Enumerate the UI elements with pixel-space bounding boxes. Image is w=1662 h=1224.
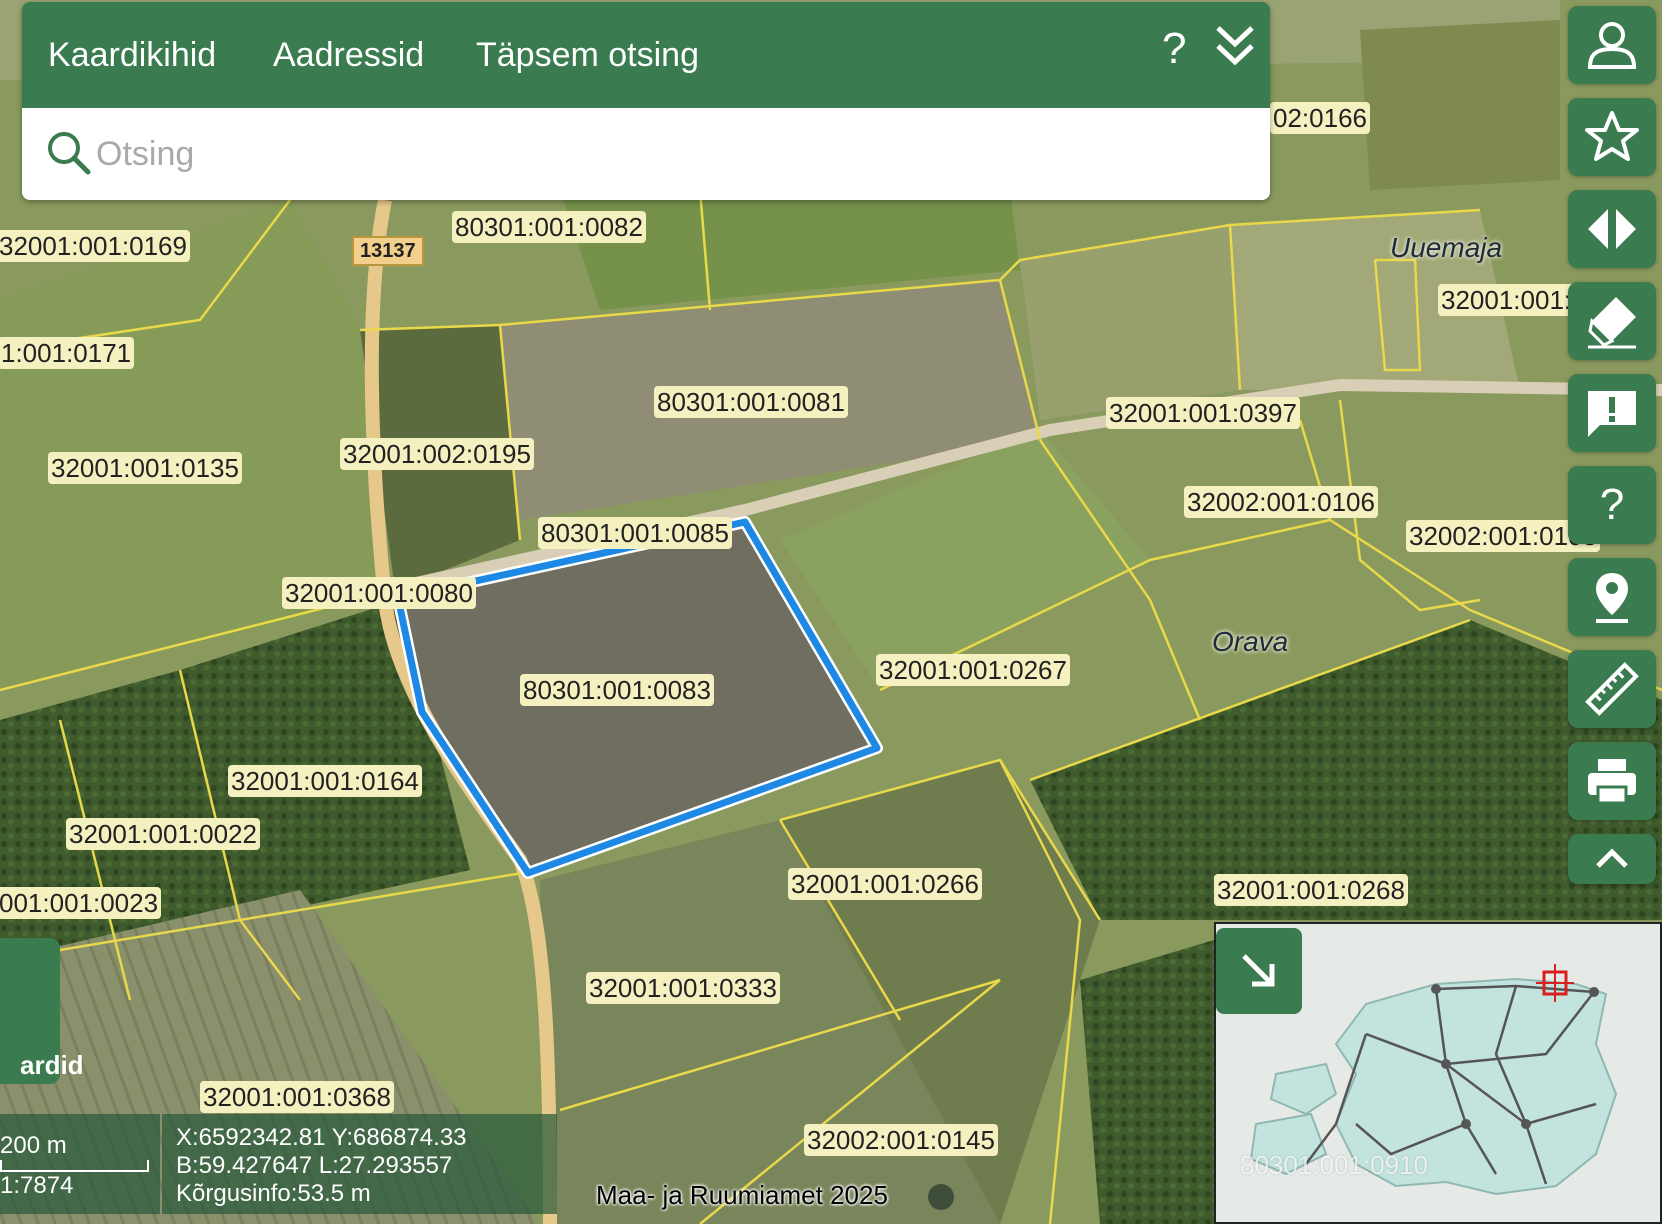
map-attribution: Maa- ja Ruumiamet 2025 (596, 1180, 888, 1210)
parcel-label[interactable]: 32001:002:0195 (340, 438, 534, 470)
height-info: Kõrgusinfo:53.5 m (176, 1180, 371, 1207)
parcel-label[interactable]: 32001:001:0268 (1214, 874, 1408, 906)
scale-distance: 200 m (0, 1132, 67, 1159)
tab-aadressid[interactable]: Aadressid (273, 36, 424, 75)
double-chevron-down-icon[interactable] (1214, 22, 1256, 75)
parcel-label[interactable]: 32001:001:0333 (586, 972, 780, 1004)
search-icon[interactable] (46, 130, 92, 181)
feedback-button[interactable] (1568, 374, 1656, 452)
tab-kaardikihid[interactable]: Kaardikihid (48, 36, 216, 75)
parcel-label[interactable]: 32002:001:0145 (804, 1124, 998, 1156)
map-pin-icon (1596, 573, 1628, 623)
parcel-label[interactable]: 80301:001:0082 (452, 211, 646, 243)
search-panel: Kaardikihid Aadressid Täpsem otsing ? (22, 2, 1270, 200)
collapse-toolbar-button[interactable] (1568, 834, 1656, 884)
parcel-label[interactable]: 02:0166 (1270, 102, 1370, 134)
parcel-label[interactable]: 32001:001:0080 (282, 577, 476, 609)
place-label-orava: Orava (1212, 626, 1289, 657)
eraser-button[interactable] (1568, 282, 1656, 360)
scale-bar (0, 1160, 149, 1172)
parcel-label[interactable]: 32001:001:0022 (66, 818, 260, 850)
overview-toggle-button[interactable] (1216, 928, 1302, 1014)
search-input[interactable] (94, 122, 1238, 186)
compare-button[interactable] (1568, 190, 1656, 268)
user-icon (1587, 22, 1637, 69)
help-button[interactable]: ? (1568, 466, 1656, 544)
parcel-label[interactable]: 80301:001:0085 (538, 517, 732, 549)
parcel-label[interactable]: 32001:001:0397 (1106, 397, 1300, 429)
parcel-label[interactable]: 32001:001:0368 (200, 1081, 394, 1113)
road-number-label: 13137 (352, 236, 424, 266)
parcel-label[interactable]: 32001:001:0266 (788, 868, 982, 900)
comment-alert-icon (1588, 391, 1636, 437)
coordinates-bl: B:59.427647 L:27.293557 (176, 1152, 453, 1179)
parcel-label[interactable]: 32001:001:0164 (228, 765, 422, 797)
parcel-label[interactable]: 80301:001:0081 (654, 386, 848, 418)
parcel-label[interactable]: 32001:001:0267 (876, 654, 1070, 686)
parcel-label[interactable]: 32001:001:0169 (0, 230, 190, 262)
favorites-button[interactable] (1568, 98, 1656, 176)
arrow-down-right-icon (1242, 954, 1275, 987)
scale-ratio: 1:7874 (0, 1172, 74, 1199)
chevron-up-icon (1596, 848, 1628, 868)
eraser-icon (1588, 297, 1636, 349)
printer-icon (1588, 759, 1636, 805)
coordinates-xy: X:6592342.81 Y:686874.33 (176, 1124, 467, 1151)
ruler-icon (1585, 662, 1639, 716)
print-button[interactable] (1568, 742, 1656, 820)
overview-faded-label: 80301:001:0910 (1240, 1150, 1428, 1180)
parcel-label[interactable]: 80301:001:0083 (520, 674, 714, 706)
location-button[interactable] (1568, 558, 1656, 636)
map-layers-label: ardid (20, 1050, 84, 1080)
place-label-uuemaja: Uuemaja (1390, 232, 1503, 263)
help-icon[interactable]: ? (1162, 24, 1186, 74)
tab-tapsem-otsing[interactable]: Täpsem otsing (476, 36, 699, 75)
parcel-label[interactable]: 001:001:0023 (0, 887, 162, 919)
question-icon: ? (1599, 480, 1625, 529)
parcel-label[interactable]: 32002:001:0106 (1184, 486, 1378, 518)
star-icon (1585, 111, 1639, 161)
split-arrows-icon (1588, 209, 1636, 249)
measure-button[interactable] (1568, 650, 1656, 728)
tab-bar: Kaardikihid Aadressid Täpsem otsing ? (22, 2, 1270, 108)
attribution-info-icon[interactable] (928, 1184, 954, 1210)
profile-button[interactable] (1568, 6, 1656, 84)
parcel-label[interactable]: 1:001:0171 (0, 337, 135, 369)
parcel-label[interactable]: 32001:001:0135 (48, 452, 242, 484)
search-bar (22, 108, 1270, 200)
